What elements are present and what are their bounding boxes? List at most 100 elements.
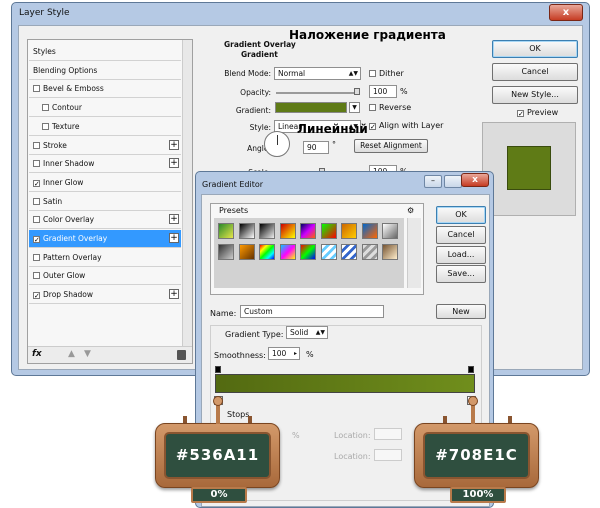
style-list-item[interactable]: Texture <box>29 118 181 136</box>
angle-dial[interactable] <box>264 131 290 157</box>
trash-icon[interactable] <box>177 350 186 360</box>
presets-label: Presets <box>219 206 249 215</box>
maximize-button[interactable] <box>444 175 462 188</box>
reverse-checkbox[interactable]: Reverse <box>369 103 411 112</box>
preset-swatch[interactable] <box>382 244 398 260</box>
opacity-stop-right[interactable] <box>468 366 474 373</box>
preset-swatch[interactable] <box>238 223 255 239</box>
opacity-unit: % <box>400 87 408 96</box>
preset-swatch[interactable] <box>259 244 275 260</box>
style-list-item[interactable]: Blending Options <box>29 62 181 80</box>
style-list-item[interactable]: ✓ Drop Shadow + <box>29 286 181 305</box>
style-list-label: Bevel & Emboss <box>43 84 104 94</box>
close-button[interactable]: x <box>549 4 583 21</box>
preset-swatch[interactable] <box>279 223 296 239</box>
plus-icon[interactable]: + <box>169 289 179 300</box>
reset-alignment-button[interactable]: Reset Alignment <box>354 139 428 153</box>
opacity-slider[interactable] <box>276 92 360 94</box>
style-list-item[interactable]: Contour <box>29 99 181 118</box>
style-list-item[interactable]: Stroke + <box>29 137 181 155</box>
color-location-input[interactable] <box>374 449 402 461</box>
preview-checkbox[interactable]: ✓ Preview <box>517 108 558 118</box>
opacity-input[interactable]: 100 <box>369 85 397 98</box>
preset-swatch[interactable] <box>238 244 255 260</box>
plus-icon[interactable]: + <box>169 233 179 243</box>
opacity-slider-thumb[interactable] <box>354 88 360 95</box>
checkbox-icon[interactable] <box>42 104 49 112</box>
fx-icon[interactable]: fx <box>32 349 42 359</box>
ok-button[interactable]: OK <box>492 40 578 58</box>
editor-ok-button[interactable]: OK <box>436 206 486 224</box>
preset-swatch[interactable] <box>218 244 234 260</box>
opacity-location-input[interactable] <box>374 428 402 440</box>
preset-swatch[interactable] <box>259 223 275 239</box>
style-list-item[interactable]: Color Overlay + <box>29 211 181 230</box>
smoothness-label: Smoothness: <box>214 351 266 360</box>
preset-swatch[interactable] <box>382 223 398 239</box>
style-list-item[interactable]: Styles <box>29 43 181 61</box>
checkbox-icon[interactable] <box>33 272 40 280</box>
preset-swatch[interactable] <box>300 244 316 260</box>
cancel-button[interactable]: Cancel <box>492 63 578 81</box>
checkmark-icon[interactable]: ✓ <box>33 236 40 244</box>
angle-input[interactable]: 90 <box>303 141 329 154</box>
checkbox-icon[interactable] <box>33 141 40 149</box>
preset-swatch[interactable] <box>300 223 316 239</box>
start-color-hex: #536A11 <box>164 432 271 479</box>
style-list-item[interactable]: Bevel & Emboss <box>29 80 181 99</box>
callout-pin <box>468 396 478 406</box>
style-list-item[interactable]: Inner Shadow + <box>29 155 181 174</box>
gear-icon[interactable]: ⚙ <box>407 206 414 215</box>
smoothness-input[interactable]: 100 ▸ <box>268 347 300 360</box>
preset-swatch[interactable] <box>361 223 378 239</box>
checkbox-icon[interactable] <box>42 122 49 130</box>
preset-swatch[interactable] <box>320 244 337 260</box>
chevron-down-icon: ▲▼ <box>315 329 325 336</box>
style-list-item[interactable]: Outer Glow <box>29 267 181 286</box>
style-list-item[interactable]: ✓ Inner Glow <box>29 174 181 192</box>
preset-swatch[interactable] <box>341 244 357 260</box>
name-input[interactable]: Custom <box>240 305 384 318</box>
checkbox-icon[interactable] <box>33 160 40 168</box>
save-button[interactable]: Save... <box>436 265 486 283</box>
checkbox-icon[interactable] <box>33 85 40 93</box>
opacity-stop-left[interactable] <box>215 366 221 373</box>
checkmark-icon[interactable]: ✓ <box>33 292 40 300</box>
checkmark-icon[interactable]: ✓ <box>33 179 40 187</box>
style-list-label: Drop Shadow <box>43 290 94 300</box>
move-down-icon[interactable]: ▼ <box>84 349 91 359</box>
dither-checkbox[interactable]: Dither <box>369 69 404 78</box>
plus-icon[interactable]: + <box>169 158 179 169</box>
move-up-icon[interactable]: ▲ <box>68 349 75 359</box>
blend-mode-select[interactable]: Normal ▲▼ <box>274 67 361 80</box>
presets-scrollbar[interactable] <box>407 218 421 288</box>
load-button[interactable]: Load... <box>436 246 486 264</box>
new-button[interactable]: New <box>436 304 486 319</box>
editor-cancel-button[interactable]: Cancel <box>436 226 486 244</box>
editor-close-button[interactable]: x <box>461 173 489 187</box>
checkbox-icon[interactable] <box>33 197 40 205</box>
style-list-item[interactable]: Pattern Overlay <box>29 249 181 267</box>
checkbox-icon[interactable] <box>33 253 40 261</box>
checkmark-icon: ✓ <box>369 123 376 131</box>
checkbox-icon[interactable] <box>33 216 40 224</box>
preset-swatch[interactable] <box>341 223 357 239</box>
gradient-type-select[interactable]: Solid ▲▼ <box>286 326 328 339</box>
preset-swatch[interactable] <box>279 244 296 260</box>
align-checkbox[interactable]: ✓ Align with Layer <box>369 121 443 131</box>
plus-icon[interactable]: + <box>169 214 179 225</box>
new-style-button[interactable]: New Style... <box>492 86 578 104</box>
chevron-down-icon[interactable]: ▼ <box>349 102 360 113</box>
list-scrollbar[interactable] <box>182 40 192 363</box>
gradient-bar[interactable] <box>215 374 475 393</box>
preset-swatch[interactable] <box>361 244 378 260</box>
gradient-swatch[interactable] <box>275 102 347 113</box>
preset-swatch[interactable] <box>320 223 337 239</box>
preset-swatch[interactable] <box>218 223 234 239</box>
plus-icon[interactable]: + <box>169 139 179 150</box>
minimize-button[interactable]: – <box>424 175 442 188</box>
style-list-item[interactable]: ✓ Gradient Overlay + <box>29 230 181 248</box>
style-list-item[interactable]: Satin <box>29 193 181 211</box>
style-list-label: Inner Shadow <box>43 159 95 169</box>
angle-label: Angle: <box>247 144 271 153</box>
